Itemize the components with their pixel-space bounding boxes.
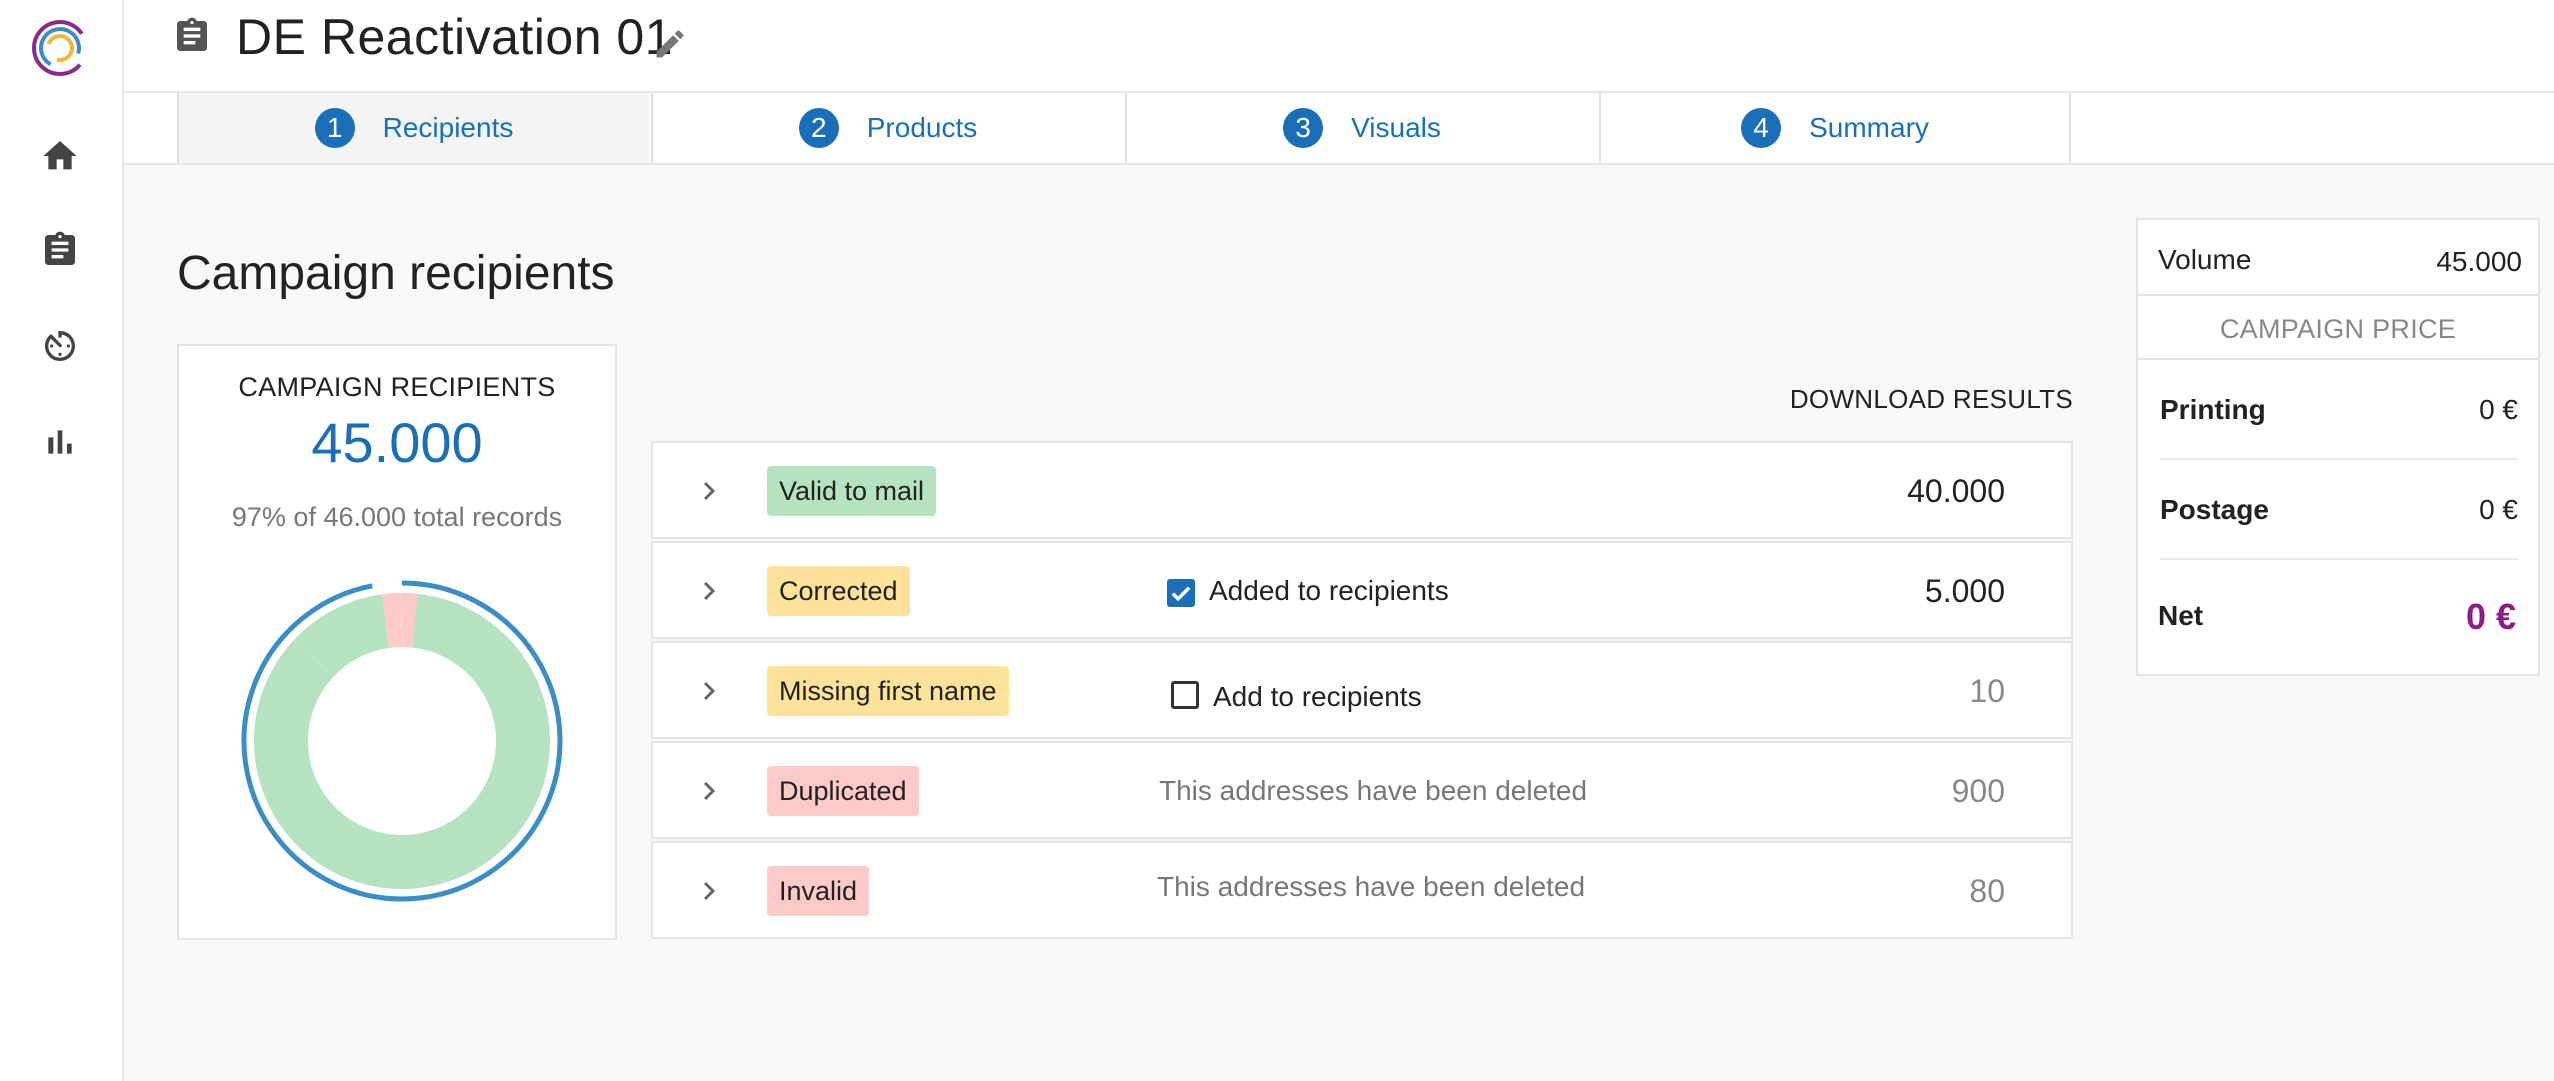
checkbox-label: Add to recipients	[1213, 681, 1422, 712]
volume-value: 45.000	[2436, 246, 2522, 277]
result-count: 900	[1951, 773, 2005, 809]
page-title: DE Reactivation 01	[236, 9, 674, 65]
download-results-button[interactable]: DOWNLOAD RESULTS	[1700, 384, 2073, 415]
campaign-price-heading: CAMPAIGN PRICE	[2138, 298, 2538, 360]
page-header: DE Reactivation 01	[124, 0, 2554, 93]
recipients-summary-card: CAMPAIGN RECIPIENTS 45.000 97% of 46.000…	[177, 344, 617, 940]
postage-label: Postage	[2160, 494, 2269, 525]
add-checkbox[interactable]	[1171, 681, 1199, 709]
tab-label: Products	[866, 112, 978, 143]
row-note: This addresses have been deleted	[1157, 871, 1586, 902]
summary-value: 45.000	[311, 411, 483, 474]
status-badge: Corrected	[767, 566, 910, 616]
result-count: 40.000	[1907, 473, 2005, 509]
tab-label: Summary	[1809, 112, 1929, 143]
clipboard-icon	[172, 14, 212, 58]
postage-row: Postage 0 €	[2160, 462, 2518, 560]
status-badge: Invalid	[767, 866, 870, 916]
printing-value: 0 €	[2479, 394, 2518, 425]
result-row-duplicated: Duplicated This addresses have been dele…	[651, 741, 2073, 839]
tab-label: Visuals	[1351, 112, 1441, 143]
clipboard-icon[interactable]	[38, 228, 82, 272]
printing-row: Printing 0 €	[2160, 362, 2518, 460]
chevron-right-icon[interactable]	[693, 475, 725, 507]
timer-icon[interactable]	[38, 324, 82, 368]
tab-label: Recipients	[382, 112, 514, 143]
edit-icon[interactable]	[652, 26, 688, 62]
result-count: 80	[1969, 873, 2005, 909]
home-icon[interactable]	[38, 134, 82, 178]
results-list: Valid to mail 40.000 Corrected Added to …	[651, 441, 2073, 941]
result-row-valid: Valid to mail 40.000	[651, 441, 2073, 539]
row-note: This addresses have been deleted	[1159, 775, 1588, 806]
status-badge: Missing first name	[767, 666, 1009, 716]
chevron-right-icon[interactable]	[693, 775, 725, 807]
step-number: 1	[314, 108, 355, 148]
volume-row: Volume 45.000	[2138, 220, 2538, 296]
added-checkbox[interactable]	[1167, 579, 1195, 607]
postage-value: 0 €	[2479, 494, 2518, 525]
campaign-price-panel: Volume 45.000 CAMPAIGN PRICE Printing 0 …	[2136, 218, 2540, 676]
net-label: Net	[2158, 600, 2204, 631]
tab-products[interactable]: 2 Products	[651, 93, 1123, 163]
sidebar	[0, 0, 124, 1081]
net-value: 0 €	[2465, 596, 2516, 637]
chevron-right-icon[interactable]	[693, 875, 725, 907]
printing-label: Printing	[2160, 394, 2266, 425]
section-title: Campaign recipients	[177, 247, 615, 300]
chevron-right-icon[interactable]	[693, 575, 725, 607]
tab-recipients[interactable]: 1 Recipients	[177, 93, 649, 163]
net-row: Net 0 €	[2158, 568, 2516, 666]
tab-summary[interactable]: 4 Summary	[1599, 93, 2071, 163]
step-number: 4	[1741, 108, 1782, 148]
app-logo[interactable]	[30, 18, 90, 78]
step-tabs: 1 Recipients 2 Products 3 Visuals 4 Summ…	[124, 93, 2554, 165]
step-number: 3	[1283, 108, 1324, 148]
chevron-right-icon[interactable]	[693, 675, 725, 707]
result-count: 10	[1969, 673, 2005, 709]
result-row-invalid: Invalid This addresses have been deleted…	[651, 841, 2073, 939]
bar-chart-icon[interactable]	[38, 420, 82, 464]
summary-subtitle: 97% of 46.000 total records	[231, 502, 563, 532]
status-badge: Duplicated	[767, 766, 919, 816]
volume-label: Volume	[2158, 244, 2252, 275]
step-number: 2	[798, 108, 839, 148]
result-row-corrected: Corrected Added to recipients 5.000	[651, 541, 2073, 639]
checkbox-label: Added to recipients	[1209, 575, 1449, 606]
tab-visuals[interactable]: 3 Visuals	[1125, 93, 1597, 163]
recipients-donut-chart	[241, 580, 563, 902]
result-count: 5.000	[1924, 573, 2005, 609]
result-row-missing-first-name: Missing first name Add to recipients 10	[651, 641, 2073, 739]
status-badge: Valid to mail	[767, 466, 937, 516]
summary-label: CAMPAIGN RECIPIENTS	[238, 372, 556, 402]
